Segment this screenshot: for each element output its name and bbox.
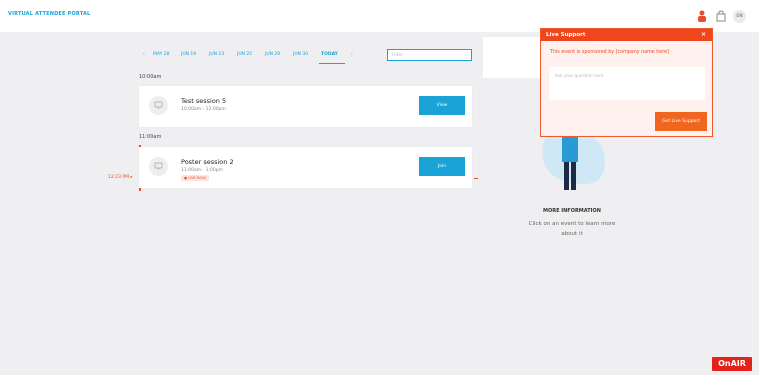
current-time-marker: 12:23 PM ▸ <box>108 175 133 180</box>
date-tab[interactable]: MAY 28 <box>153 52 170 57</box>
right-card <box>483 37 543 78</box>
close-icon[interactable]: × <box>701 31 706 38</box>
date-tab[interactable]: JUN 23 <box>209 52 224 57</box>
session-title: Poster session 2 <box>181 158 234 166</box>
language-button[interactable]: EN <box>733 10 746 23</box>
support-title: Live Support <box>546 32 586 38</box>
onair-logo: OnAIR <box>712 357 752 371</box>
prev-date-arrow[interactable]: ‹ <box>143 52 145 57</box>
view-button[interactable]: View <box>419 96 465 115</box>
session-time: 11:00am - 1:00pm <box>181 168 223 173</box>
live-support-panel: Live Support × This event is sponsored b… <box>540 28 713 137</box>
session-icon <box>149 96 168 115</box>
more-info-text: Click on an event to learn more about it <box>528 221 616 237</box>
date-tab[interactable]: JUN 29 <box>265 52 280 57</box>
time-label: 11:00am <box>139 134 162 140</box>
user-icon[interactable] <box>697 10 707 22</box>
time-label: 10:00am <box>139 74 162 80</box>
brand-title[interactable]: VIRTUAL ATTENDEE PORTAL <box>8 11 90 17</box>
session-card[interactable]: Test session 5 10:00am - 12:00pm View <box>139 86 472 127</box>
active-date-underline <box>319 63 345 64</box>
next-date-arrow[interactable]: › <box>351 52 353 57</box>
join-button[interactable]: Join <box>419 157 465 176</box>
session-card[interactable]: Poster session 2 11:00am - 1:00pm ● LIVE… <box>139 147 472 188</box>
session-time: 10:00am - 12:00pm <box>181 107 226 112</box>
more-info-title: MORE INFORMATION <box>543 208 601 214</box>
support-message: This event is sponsored by [company name… <box>550 50 669 55</box>
date-tab[interactable]: JUN 30 <box>293 52 308 57</box>
session-title: Test session 5 <box>181 97 227 105</box>
date-tab[interactable]: JUN 19 <box>181 52 196 57</box>
live-badge: ● LIVE NOW <box>181 175 209 181</box>
date-tab-today[interactable]: TODAY <box>321 52 338 57</box>
date-tab[interactable]: JUN 25 <box>237 52 252 57</box>
support-question-input[interactable]: Ask your question here <box>549 67 705 100</box>
session-icon <box>149 157 168 176</box>
now-tick <box>474 178 478 179</box>
support-header: Live Support × <box>541 29 712 41</box>
filter-input[interactable]: Filter <box>387 49 472 61</box>
bag-icon[interactable] <box>716 10 726 22</box>
get-live-support-button[interactable]: Get Live Support <box>655 112 707 131</box>
